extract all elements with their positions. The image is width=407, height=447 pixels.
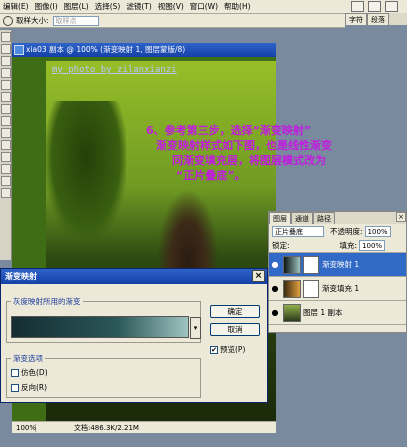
menu-bar: 编辑(E) 图像(I) 图层(L) 选择(S) 滤镜(T) 视图(V) 窗口(W… xyxy=(0,0,407,14)
gradient-map-dialog: 渐变映射 × 灰度映射所用的渐变 ▾ 渐变选项 仿色(D) 反向(R) 确定 取… xyxy=(0,268,268,403)
checkbox-box[interactable] xyxy=(11,368,19,377)
zoom-level[interactable]: 100% xyxy=(12,423,36,432)
layers-panel-tabs: 图层 通道 路径 × xyxy=(269,212,406,224)
layer-thumbnail xyxy=(283,255,301,274)
options-group-label: 渐变选项 xyxy=(11,353,45,364)
document-titlebar[interactable]: xia03 副本 @ 100% (渐变映射 1, 图层蒙版/8) xyxy=(12,43,276,57)
layer-thumbnail xyxy=(283,303,301,322)
menu-select[interactable]: 选择(S) xyxy=(92,1,124,12)
eye-icon[interactable]: ● xyxy=(269,260,281,269)
gradient-preview-bar[interactable]: ▾ xyxy=(11,316,201,339)
blend-mode-select[interactable]: 正片叠底 xyxy=(272,226,324,237)
menu-help[interactable]: 帮助(H) xyxy=(221,1,254,12)
tab-character[interactable]: 字符 xyxy=(345,13,367,25)
eye-icon[interactable]: ● xyxy=(269,284,281,293)
lock-row: 锁定: 填充: 100% xyxy=(269,239,406,253)
toolbox xyxy=(0,30,12,260)
palette-well: 字符 段落 xyxy=(345,13,407,25)
fill-label: 填充: xyxy=(339,241,358,250)
tree-shape xyxy=(46,101,126,241)
layer-name: 渐变填充 1 xyxy=(322,284,360,293)
hand-tool-icon[interactable] xyxy=(1,176,11,186)
tutorial-annotation: 6、参考第三步，选择“渐变映射” 渐变映射样式如下图，也是线性渐变 同渐变填充层… xyxy=(146,123,407,183)
menu-filter[interactable]: 滤镜(T) xyxy=(123,1,154,12)
window-controls xyxy=(347,0,407,14)
eyedropper-tool-icon[interactable] xyxy=(1,164,11,174)
gradient-tool-icon[interactable] xyxy=(1,104,11,114)
menu-layer[interactable]: 图层(L) xyxy=(61,1,92,12)
tab-channels[interactable]: 通道 xyxy=(291,212,313,224)
layer-mask-thumbnail[interactable] xyxy=(303,279,319,298)
annotation-line: 同渐变填充层，将图层模式改为 xyxy=(172,154,326,167)
photoshop-doc-icon xyxy=(14,45,24,55)
dialog-titlebar[interactable]: 渐变映射 × xyxy=(1,269,267,284)
dodge-tool-icon[interactable] xyxy=(1,116,11,126)
options-bar: 取样大小: 取样点 xyxy=(0,14,345,28)
menu-window[interactable]: 窗口(W) xyxy=(187,1,221,12)
document-title: xia03 副本 @ 100% (渐变映射 1, 图层蒙版/8) xyxy=(26,45,186,54)
tab-paragraph[interactable]: 段落 xyxy=(367,13,389,25)
eye-icon[interactable]: ● xyxy=(269,308,281,317)
brush-tool-icon[interactable] xyxy=(1,68,11,78)
close-icon[interactable]: × xyxy=(252,270,265,282)
eyedropper-icon[interactable] xyxy=(3,15,13,26)
crop-tool-icon[interactable] xyxy=(1,56,11,66)
layer-name: 图层 1 副本 xyxy=(303,308,343,317)
layer-thumbnail xyxy=(283,279,301,298)
pen-tool-icon[interactable] xyxy=(1,128,11,138)
checkbox-box[interactable] xyxy=(11,383,19,392)
ok-button[interactable]: 确定 xyxy=(210,305,260,318)
lasso-tool-icon[interactable] xyxy=(1,44,11,54)
status-bar: 100% 文档:486.3K/2.21M xyxy=(12,421,276,433)
gradient-options-groupbox: 渐变选项 仿色(D) 反向(R) xyxy=(6,353,201,398)
opacity-label: 不透明度: xyxy=(330,227,363,236)
sample-size-label: 取样大小: xyxy=(16,16,49,25)
gradient-groupbox: 灰度映射所用的渐变 ▾ xyxy=(6,296,201,343)
layer-mask-thumbnail[interactable] xyxy=(303,255,319,274)
cancel-button[interactable]: 取消 xyxy=(210,323,260,336)
menu-image[interactable]: 图像(I) xyxy=(32,1,61,12)
layer-gradient-map[interactable]: ● 渐变映射 1 xyxy=(269,253,406,277)
blend-row: 正片叠底 不透明度: 100% xyxy=(269,224,406,239)
move-tool-icon[interactable] xyxy=(1,32,11,42)
opacity-input[interactable]: 100% xyxy=(364,226,391,237)
annotation-line: 渐变映射样式如下图，也是线性渐变 xyxy=(156,139,332,152)
annotation-line: 6、参考第三步，选择“渐变映射” xyxy=(146,124,312,137)
layer-gradient-fill[interactable]: ● 渐变填充 1 xyxy=(269,277,406,301)
lock-label: 锁定: xyxy=(272,241,290,250)
shape-tool-icon[interactable] xyxy=(1,152,11,162)
close-window-button[interactable] xyxy=(385,1,398,12)
preview-label: 预览(P) xyxy=(220,345,246,354)
annotation-line: “正片叠底”。 xyxy=(176,169,246,182)
close-icon[interactable]: × xyxy=(396,212,406,222)
dialog-title: 渐变映射 xyxy=(5,272,37,281)
photo-watermark: my photo by zilanxianzi xyxy=(52,65,177,75)
reverse-checkbox[interactable]: 反向(R) xyxy=(11,382,47,393)
preview-checkbox[interactable]: ✔ 预览(P) xyxy=(210,344,245,355)
gradient-group-label: 灰度映射所用的渐变 xyxy=(11,296,83,307)
eraser-tool-icon[interactable] xyxy=(1,92,11,102)
fill-input[interactable]: 100% xyxy=(359,240,386,251)
dither-label: 仿色(D) xyxy=(21,368,48,377)
tab-layers[interactable]: 图层 xyxy=(269,212,291,224)
chevron-down-icon[interactable]: ▾ xyxy=(190,317,201,339)
menu-view[interactable]: 视图(V) xyxy=(155,1,187,12)
dither-checkbox[interactable]: 仿色(D) xyxy=(11,367,48,378)
sample-size-select[interactable]: 取样点 xyxy=(52,15,99,26)
zoom-tool-icon[interactable] xyxy=(1,188,11,198)
layer-name: 渐变映射 1 xyxy=(322,260,360,269)
maximize-button[interactable] xyxy=(368,1,381,12)
layer-image-copy[interactable]: ● 图层 1 副本 xyxy=(269,301,406,325)
document-size: 文档:486.3K/2.21M xyxy=(74,423,139,432)
layers-panel: 图层 通道 路径 × 正片叠底 不透明度: 100% 锁定: 填充: 100% … xyxy=(268,211,407,333)
checkmark-icon[interactable]: ✔ xyxy=(210,345,218,354)
type-tool-icon[interactable] xyxy=(1,140,11,150)
minimize-button[interactable] xyxy=(351,1,364,12)
tab-paths[interactable]: 路径 xyxy=(313,212,335,224)
menu-edit[interactable]: 编辑(E) xyxy=(0,1,32,12)
stamp-tool-icon[interactable] xyxy=(1,80,11,90)
reverse-label: 反向(R) xyxy=(21,383,48,392)
